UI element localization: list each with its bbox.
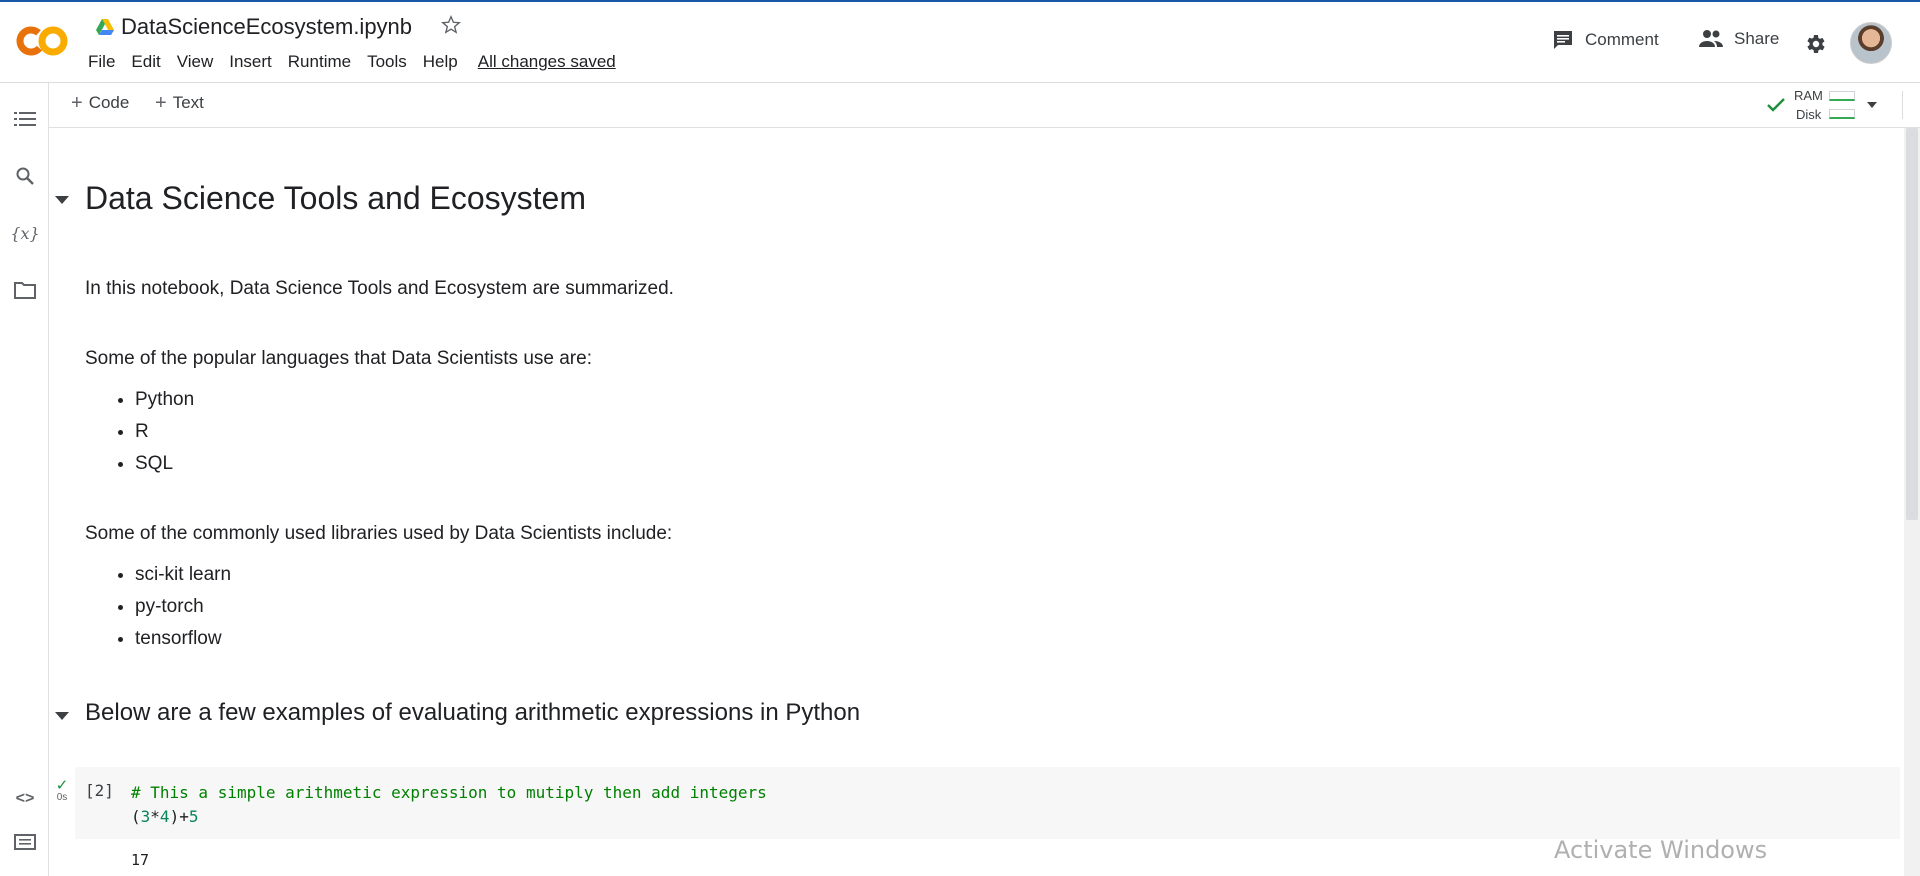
comment-label: Comment — [1585, 30, 1659, 49]
scrollbar-thumb[interactable] — [1906, 128, 1918, 520]
add-text-button[interactable]: + Text — [155, 93, 204, 113]
collapse-section-icon[interactable] — [55, 712, 69, 720]
share-button[interactable]: Share — [1698, 28, 1779, 50]
comment-icon — [1554, 31, 1572, 49]
code-editor[interactable]: # This a simple arithmetic expression to… — [131, 781, 767, 829]
list-item: tensorflow — [135, 623, 231, 655]
menu-edit[interactable]: Edit — [123, 52, 168, 72]
ram-bar — [1829, 91, 1855, 101]
gear-icon[interactable] — [1803, 32, 1827, 56]
command-palette-icon[interactable] — [13, 830, 37, 854]
list-item: Python — [135, 384, 194, 416]
menu-help[interactable]: Help — [415, 52, 466, 72]
chevron-down-icon[interactable] — [1866, 101, 1878, 109]
save-status[interactable]: All changes saved — [470, 52, 624, 72]
comment-button[interactable]: Comment — [1551, 28, 1659, 52]
list-item: SQL — [135, 448, 194, 480]
menu-runtime[interactable]: Runtime — [280, 52, 359, 72]
star-icon[interactable] — [440, 14, 462, 36]
success-check-icon: ✓ — [55, 777, 69, 794]
list-item: sci-kit learn — [135, 559, 231, 591]
drive-icon — [96, 19, 114, 35]
search-icon[interactable] — [13, 164, 37, 188]
code-token: * — [150, 807, 160, 826]
libraries-list: sci-kit learn py-torch tensorflow — [85, 559, 231, 655]
code-token: 5 — [188, 807, 199, 826]
left-sidebar: {x} <> — [0, 83, 49, 876]
menu-insert[interactable]: Insert — [221, 52, 280, 72]
menu-tools[interactable]: Tools — [359, 52, 415, 72]
menu-file[interactable]: File — [88, 52, 123, 72]
code-token: )+ — [169, 807, 189, 826]
plus-icon: + — [155, 91, 167, 114]
user-avatar[interactable] — [1850, 22, 1892, 64]
notebook-content: Data Science Tools and Ecosystem In this… — [49, 128, 1904, 876]
collapse-section-icon[interactable] — [55, 196, 69, 204]
code-token: ( — [131, 807, 141, 826]
languages-intro: Some of the popular languages that Data … — [85, 348, 592, 369]
add-text-label: Text — [172, 93, 204, 112]
intro-text: In this notebook, Data Science Tools and… — [85, 278, 674, 299]
list-item: R — [135, 416, 194, 448]
execution-time: 0s — [56, 792, 68, 803]
execution-status: ✓ 0s — [55, 777, 69, 803]
resource-monitor[interactable]: RAM Disk — [1766, 87, 1886, 123]
menu-bar: File Edit View Insert Runtime Tools Help… — [88, 52, 624, 72]
libraries-intro: Some of the commonly used libraries used… — [85, 523, 673, 544]
ram-label: RAM — [1794, 88, 1823, 103]
table-of-contents-icon[interactable] — [13, 107, 37, 131]
folder-icon[interactable] — [13, 278, 37, 302]
menu-view[interactable]: View — [169, 52, 222, 72]
section-heading: Below are a few examples of evaluating a… — [85, 699, 861, 726]
execution-count[interactable]: [2] — [85, 781, 114, 800]
disk-label: Disk — [1796, 107, 1822, 122]
toolbar-divider — [1902, 91, 1903, 119]
colab-logo[interactable] — [15, 20, 69, 62]
add-code-label: Code — [88, 93, 130, 112]
windows-activation-watermark: Activate Windows — [1554, 836, 1768, 864]
people-icon — [1699, 30, 1723, 47]
code-token: 4 — [159, 807, 170, 826]
code-token: 3 — [140, 807, 151, 826]
variables-icon[interactable]: {x} — [10, 221, 39, 245]
code-snippets-icon[interactable]: <> — [13, 787, 37, 811]
notebook-title[interactable]: DataScienceEcosystem.ipynb — [121, 14, 412, 40]
share-label: Share — [1734, 29, 1780, 48]
languages-list: Python R SQL — [85, 384, 194, 480]
cell-output: 17 — [131, 851, 150, 869]
add-code-button[interactable]: + Code — [71, 93, 129, 113]
disk-bar — [1829, 109, 1855, 119]
connected-check-icon — [1767, 98, 1785, 112]
notebook-toolbar: + Code + Text RAM Disk — [49, 83, 1920, 128]
header: DataScienceEcosystem.ipynb File Edit Vie… — [0, 2, 1920, 83]
list-item: py-torch — [135, 591, 231, 623]
section-heading: Data Science Tools and Ecosystem — [85, 180, 586, 216]
plus-icon: + — [71, 91, 83, 114]
code-comment: # This a simple arithmetic expression to… — [131, 783, 767, 802]
